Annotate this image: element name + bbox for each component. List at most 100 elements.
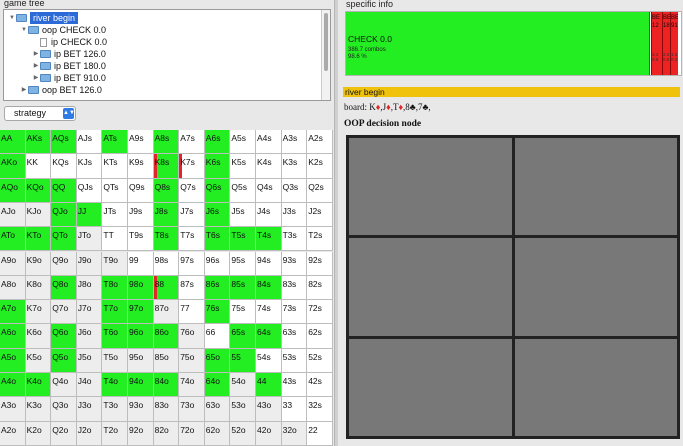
- hand-cell[interactable]: 32s: [307, 397, 333, 422]
- hand-cell[interactable]: 52o: [230, 421, 256, 446]
- hand-cell[interactable]: 85o: [153, 348, 180, 373]
- hand-cell[interactable]: K2o: [25, 421, 52, 446]
- hand-cell[interactable]: T6s: [204, 227, 231, 252]
- hand-cell[interactable]: 93s: [281, 251, 308, 276]
- hand-cell[interactable]: ATs: [102, 130, 128, 155]
- hand-cell[interactable]: KJo: [25, 202, 52, 228]
- hand-cell[interactable]: 43s: [281, 373, 308, 398]
- hand-cell[interactable]: J6s: [204, 202, 231, 228]
- hand-cell[interactable]: 42o: [256, 421, 282, 446]
- hand-cell[interactable]: Q2o: [51, 421, 77, 446]
- hand-cell[interactable]: Q4s: [256, 178, 282, 203]
- hand-cell[interactable]: 22: [307, 421, 333, 446]
- hand-cell[interactable]: K5s: [230, 154, 256, 179]
- hand-cell[interactable]: 72o: [179, 421, 205, 446]
- hand-cell[interactable]: Q6o: [51, 324, 77, 349]
- hand-cell[interactable]: KTo: [25, 227, 52, 252]
- hand-cell[interactable]: T9o: [102, 251, 128, 276]
- hand-cell[interactable]: J8o: [76, 275, 103, 301]
- tree-node[interactable]: ▶ ip BET 126.0: [32, 48, 106, 60]
- hand-cell[interactable]: 63s: [281, 324, 308, 349]
- hand-cell[interactable]: A3s: [281, 130, 308, 155]
- hand-cell[interactable]: 96s: [204, 251, 231, 276]
- hand-cell[interactable]: K3s: [281, 154, 308, 179]
- hand-cell[interactable]: T4s: [256, 227, 282, 252]
- hand-cell[interactable]: 95o: [128, 348, 154, 373]
- collapsed-triangle-icon[interactable]: ▶: [20, 84, 28, 96]
- hand-cell[interactable]: KJs: [76, 154, 103, 179]
- hand-cell[interactable]: 94o: [128, 373, 154, 398]
- hand-cell[interactable]: T3o: [102, 397, 128, 422]
- hand-cell[interactable]: K9s: [128, 154, 154, 179]
- hand-cell[interactable]: T5o: [102, 348, 128, 373]
- hand-cell[interactable]: 76s: [204, 300, 231, 325]
- detail-cell[interactable]: [349, 238, 512, 336]
- hand-cell[interactable]: KQs: [51, 154, 77, 179]
- hand-cell[interactable]: J6o: [76, 324, 103, 349]
- hand-cell[interactable]: J2o: [76, 421, 103, 446]
- hand-cell[interactable]: JTs: [102, 202, 128, 228]
- detail-cell[interactable]: [349, 138, 512, 236]
- collapsed-triangle-icon[interactable]: ▶: [32, 48, 40, 60]
- hand-cell[interactable]: Q4o: [51, 373, 77, 398]
- detail-cell[interactable]: [514, 238, 677, 336]
- tree-node[interactable]: ▼ river begin: [8, 12, 79, 24]
- hand-cell[interactable]: A3o: [0, 397, 26, 422]
- hand-cell[interactable]: T3s: [281, 227, 308, 252]
- panel-splitter[interactable]: [334, 0, 338, 446]
- hand-cell[interactable]: Q5o: [51, 348, 77, 373]
- hand-cell[interactable]: 85s: [230, 275, 256, 301]
- hand-cell[interactable]: K8o: [25, 275, 52, 301]
- hand-cell[interactable]: A6s: [204, 130, 231, 155]
- bet-strategy-bar[interactable]: BE 12 3.3 0.8: [651, 12, 662, 75]
- hand-cell[interactable]: T2s: [307, 227, 333, 252]
- hand-cell[interactable]: 76o: [179, 324, 205, 349]
- hand-cell[interactable]: T4o: [102, 373, 128, 398]
- hand-cell[interactable]: 66: [204, 324, 231, 349]
- hand-cell[interactable]: JTo: [76, 227, 103, 252]
- hand-cell[interactable]: KTs: [102, 154, 128, 179]
- detail-cell[interactable]: [514, 338, 677, 436]
- hand-cell[interactable]: A8o: [0, 275, 26, 301]
- hand-cell[interactable]: A4o: [0, 373, 26, 398]
- hand-cell[interactable]: 53s: [281, 348, 308, 373]
- hand-cell[interactable]: 82s: [307, 275, 333, 301]
- tree-node[interactable]: ▼ oop CHECK 0.0: [20, 24, 106, 36]
- hand-cell[interactable]: A4s: [256, 130, 282, 155]
- hand-cell[interactable]: J8s: [153, 202, 180, 228]
- hand-cell[interactable]: 99: [128, 251, 154, 276]
- hand-cell[interactable]: 92s: [307, 251, 333, 276]
- hand-cell[interactable]: J5s: [230, 202, 256, 228]
- hand-cell[interactable]: 83o: [153, 397, 180, 422]
- hand-cell[interactable]: 73s: [281, 300, 308, 325]
- hand-cell[interactable]: ATo: [0, 227, 26, 252]
- hand-cell[interactable]: 75s: [230, 300, 256, 325]
- hand-cell[interactable]: 75o: [179, 348, 205, 373]
- hand-cell[interactable]: AKo: [0, 154, 26, 179]
- hand-cell[interactable]: T6o: [102, 324, 128, 349]
- hand-cell[interactable]: 52s: [307, 348, 333, 373]
- hand-cell[interactable]: Q8s: [153, 178, 180, 203]
- hand-cell[interactable]: 64s: [256, 324, 282, 349]
- view-select[interactable]: strategy ▲▼: [4, 106, 76, 121]
- hand-cell[interactable]: J3o: [76, 397, 103, 422]
- hand-cell[interactable]: T8o: [102, 275, 128, 301]
- detail-cell[interactable]: [514, 138, 677, 236]
- hand-cell[interactable]: Q6s: [204, 178, 231, 203]
- hand-cell[interactable]: KQo: [25, 178, 52, 203]
- detail-cell[interactable]: [349, 338, 512, 436]
- tree-node[interactable]: ip CHECK 0.0: [32, 36, 107, 48]
- hand-cell[interactable]: Q9s: [128, 178, 154, 203]
- hand-cell[interactable]: K9o: [25, 251, 52, 276]
- hand-cell[interactable]: K6o: [25, 324, 52, 349]
- hand-cell[interactable]: 98o: [128, 275, 154, 301]
- hand-cell[interactable]: QTo: [51, 227, 77, 252]
- bet-strategy-bar[interactable]: BE 91 1.3 0.3: [670, 12, 678, 75]
- hand-cell[interactable]: AQo: [0, 178, 26, 203]
- hand-cell[interactable]: A2o: [0, 421, 26, 446]
- game-tree[interactable]: ▼ river begin ▼ oop CHECK 0.0 ip CHECK 0.0 ▶ i…: [3, 9, 331, 101]
- expanded-triangle-icon[interactable]: ▼: [20, 24, 28, 36]
- hand-cell[interactable]: 55: [230, 348, 256, 373]
- hand-cell[interactable]: Q3o: [51, 397, 77, 422]
- hand-cell[interactable]: A5o: [0, 348, 26, 373]
